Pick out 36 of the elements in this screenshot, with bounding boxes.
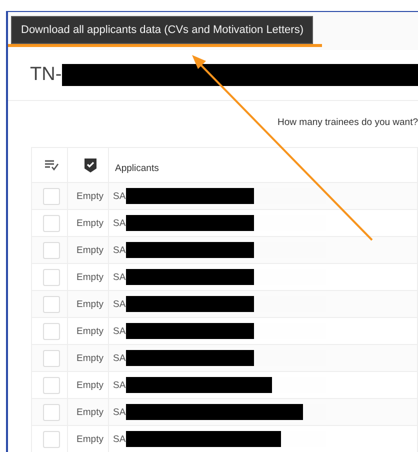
download-tooltip: Download all applicants data (CVs and Motivation Letters) bbox=[11, 16, 314, 44]
applicant-name: SA bbox=[113, 272, 126, 282]
status-text: Empty bbox=[76, 352, 104, 364]
applicant-name: SA bbox=[113, 434, 126, 444]
applicant-name: SA bbox=[113, 190, 126, 202]
row-checkbox[interactable] bbox=[43, 376, 60, 394]
row-checkbox[interactable] bbox=[43, 242, 60, 258]
column-header: Applicants bbox=[115, 163, 159, 174]
row-checkbox[interactable] bbox=[43, 350, 60, 366]
list-check-icon[interactable] bbox=[44, 159, 59, 171]
status-text: Empty bbox=[76, 272, 104, 282]
row-checkbox[interactable] bbox=[43, 322, 60, 340]
status-text: Empty bbox=[76, 190, 104, 202]
applicant-name: SA bbox=[113, 326, 126, 336]
status-text: Empty bbox=[76, 406, 104, 418]
applicant-name: SA bbox=[113, 218, 126, 228]
status-text: Empty bbox=[76, 380, 104, 390]
row-checkbox[interactable] bbox=[43, 430, 60, 448]
shield-check-icon bbox=[84, 158, 96, 172]
status-text: Empty bbox=[76, 298, 104, 310]
applicant-name: SA bbox=[113, 380, 126, 390]
applicant-name: SA bbox=[113, 406, 126, 418]
status-text: Empty bbox=[76, 326, 104, 336]
row-checkbox[interactable] bbox=[43, 296, 60, 312]
row-checkbox[interactable] bbox=[43, 214, 60, 232]
trainees-question: How many trainees do you want? bbox=[278, 116, 418, 130]
row-checkbox[interactable] bbox=[43, 188, 60, 204]
status-text: Empty bbox=[76, 218, 104, 228]
applicant-name: SA bbox=[113, 352, 126, 364]
row-checkbox[interactable] bbox=[43, 404, 60, 420]
page-title: TN- bbox=[30, 64, 62, 86]
applicant-name: SA bbox=[113, 298, 126, 310]
row-checkbox[interactable] bbox=[43, 268, 60, 286]
status-text: Empty bbox=[76, 434, 104, 444]
status-text: Empty bbox=[76, 244, 104, 256]
applicant-name: SA bbox=[113, 244, 126, 256]
